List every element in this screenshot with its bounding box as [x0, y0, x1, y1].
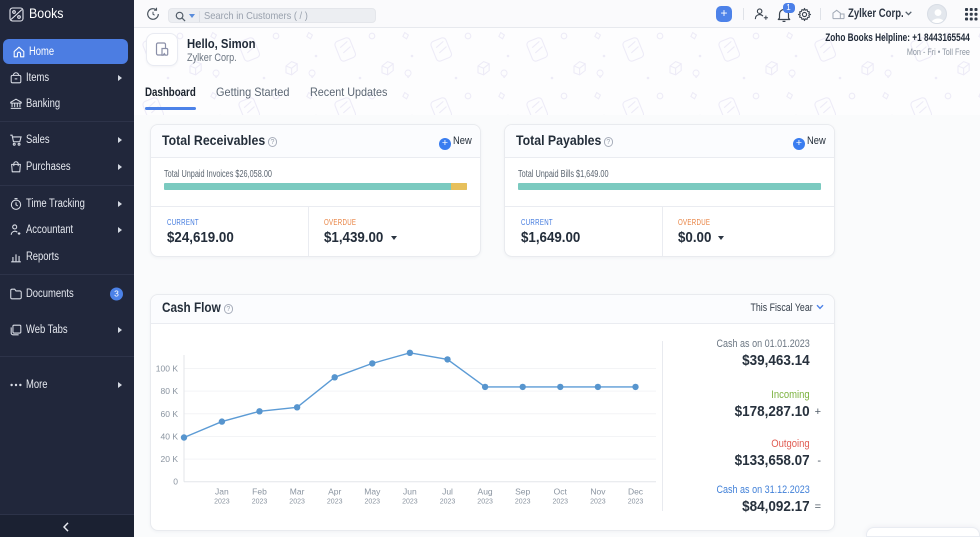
svg-text:20 K: 20 K — [161, 454, 179, 464]
svg-text:2023: 2023 — [553, 499, 569, 506]
svg-text:2023: 2023 — [515, 499, 531, 506]
svg-text:2023: 2023 — [590, 499, 606, 506]
svg-text:Aug: Aug — [478, 487, 493, 497]
svg-text:Sep: Sep — [515, 487, 530, 497]
svg-text:2023: 2023 — [289, 499, 305, 506]
svg-text:Jun: Jun — [403, 487, 417, 497]
svg-text:2023: 2023 — [477, 499, 493, 506]
svg-text:80 K: 80 K — [161, 386, 179, 396]
svg-text:May: May — [364, 487, 381, 497]
svg-text:Mar: Mar — [290, 487, 305, 497]
svg-text:Dec: Dec — [628, 487, 644, 497]
svg-text:0: 0 — [173, 477, 178, 487]
svg-text:2023: 2023 — [252, 499, 268, 506]
svg-text:60 K: 60 K — [161, 409, 179, 419]
svg-text:2023: 2023 — [628, 499, 644, 506]
svg-text:Oct: Oct — [554, 487, 568, 497]
svg-text:100 K: 100 K — [156, 364, 179, 374]
svg-text:Jul: Jul — [442, 487, 453, 497]
svg-text:2023: 2023 — [440, 499, 456, 506]
svg-text:2023: 2023 — [365, 499, 381, 506]
svg-text:Jan: Jan — [215, 487, 229, 497]
svg-text:Nov: Nov — [590, 487, 606, 497]
svg-text:Apr: Apr — [328, 487, 341, 497]
svg-text:Feb: Feb — [252, 487, 267, 497]
svg-text:40 K: 40 K — [161, 431, 179, 441]
svg-text:2023: 2023 — [327, 499, 343, 506]
svg-text:2023: 2023 — [402, 499, 418, 506]
svg-text:2023: 2023 — [214, 499, 230, 506]
